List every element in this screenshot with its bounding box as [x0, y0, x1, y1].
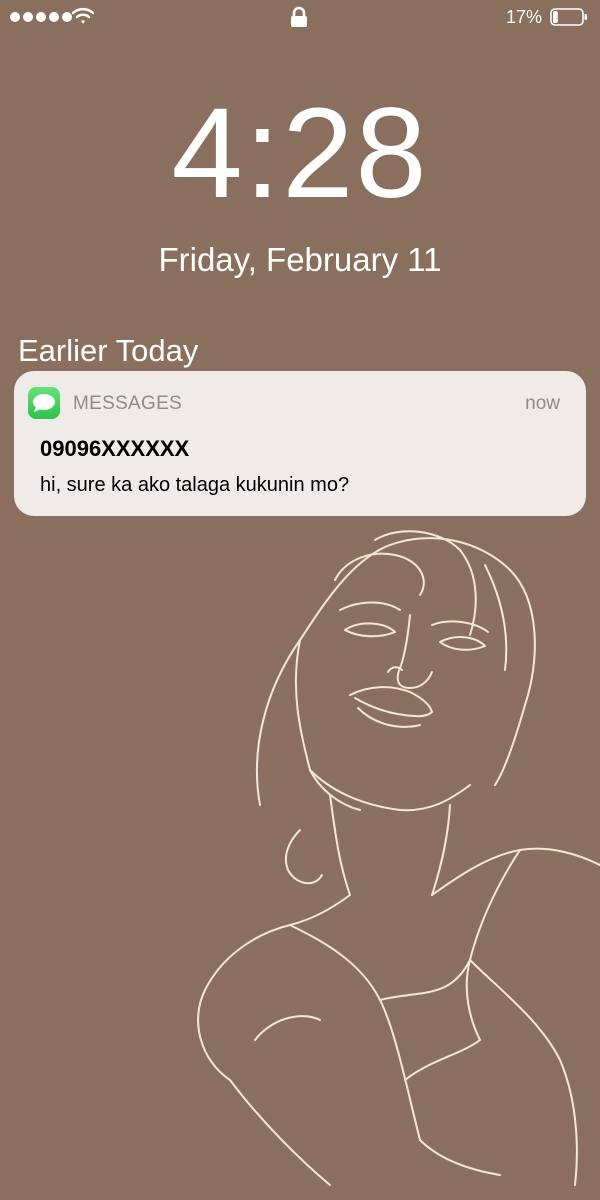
notification-timestamp: now	[525, 393, 560, 414]
wifi-icon	[72, 8, 94, 24]
notification-sender: 09096XXXXXX	[40, 436, 190, 461]
notification-section-title: Earlier Today	[18, 333, 199, 368]
lock-screen-time: 4:28	[171, 82, 429, 225]
status-bar: 17%	[0, 0, 600, 36]
notification-app-name: MESSAGES	[73, 393, 183, 414]
notification-message: hi, sure ka ako talaga kukunin mo?	[40, 474, 350, 496]
wallpaper-line-art	[197, 530, 600, 1186]
signal-dots-icon	[10, 12, 72, 22]
lock-screen-date: Friday, February 11	[158, 241, 442, 278]
messages-icon	[28, 387, 60, 419]
message-notification[interactable]: MESSAGES now 09096XXXXXX hi, sure ka ako…	[14, 371, 586, 516]
lock-screen: 17% 4:28 Friday, February 11 Earlier Tod…	[0, 0, 600, 1200]
battery-percentage: 17%	[505, 7, 542, 27]
lock-icon	[291, 6, 307, 27]
battery-icon	[550, 8, 587, 26]
